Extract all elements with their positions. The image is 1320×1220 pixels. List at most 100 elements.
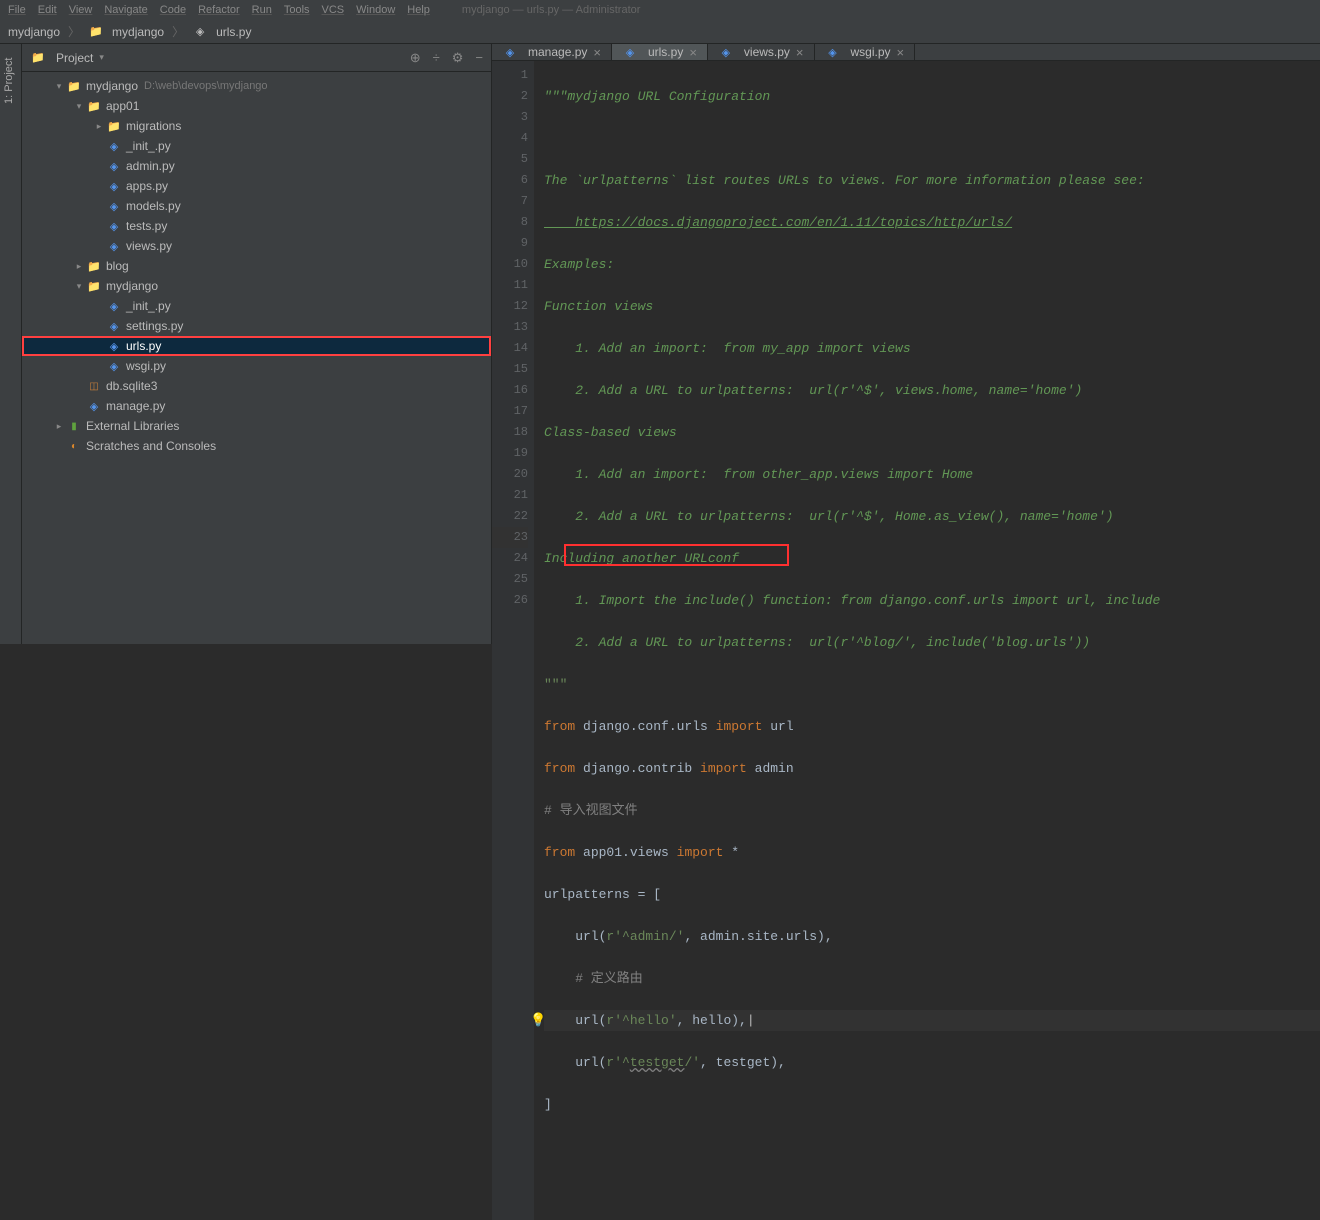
menu-tools[interactable]: Tools [284,4,310,16]
tree-item[interactable]: wsgi.py [22,356,491,376]
line-number[interactable]: 15 [492,359,528,380]
breadcrumb-file[interactable]: urls.py [216,25,251,39]
tool-window-strip[interactable]: 1: Project [0,44,22,644]
tree-item[interactable]: apps.py [22,176,491,196]
dropdown-icon[interactable]: ▾ [99,52,104,63]
tree-item-label: mydjango [86,79,138,93]
hide-icon[interactable]: − [475,50,483,66]
line-number[interactable]: 2 [492,86,528,107]
menu-edit[interactable]: Edit [38,4,57,16]
line-number[interactable]: 14 [492,338,528,359]
editor-body[interactable]: 1234567891011121314151617181920212223242… [492,61,1320,1220]
close-icon[interactable]: × [689,45,697,60]
tree-item[interactable]: ▾app01 [22,96,491,116]
tree-item-label: db.sqlite3 [106,379,157,393]
code-text: 2. Add a URL to urlpatterns: url(r'^blog… [544,635,1090,650]
menu-navigate[interactable]: Navigate [104,4,147,16]
menu-run[interactable]: Run [252,4,272,16]
code-text: , admin.site.urls), [684,929,832,944]
tree-item[interactable]: models.py [22,196,491,216]
gutter[interactable]: 1234567891011121314151617181920212223242… [492,61,534,1220]
tree-arrow-icon[interactable]: ▸ [52,421,66,432]
py-icon [106,218,122,234]
tree-item[interactable]: manage.py [22,396,491,416]
menu-vcs[interactable]: VCS [322,4,345,16]
tree-item[interactable]: ▸blog [22,256,491,276]
line-number[interactable]: 5 [492,149,528,170]
line-number[interactable]: 24 [492,548,528,569]
tree-item[interactable]: settings.py [22,316,491,336]
line-number[interactable]: 12 [492,296,528,317]
line-number[interactable]: 18 [492,422,528,443]
tree-item[interactable]: ▾mydjangoD:\web\devops\mydjango [22,76,491,96]
tree-item[interactable]: urls.py [22,336,491,356]
editor-tab[interactable]: manage.py× [492,44,612,60]
editor-tab[interactable]: urls.py× [612,44,708,60]
tree-item[interactable]: db.sqlite3 [22,376,491,396]
tree-item[interactable]: _init_.py [22,296,491,316]
code-text: """ [544,677,567,692]
line-number[interactable]: 22 [492,506,528,527]
tree-arrow-icon[interactable]: ▾ [52,81,66,92]
editor-tabs[interactable]: manage.py×urls.py×views.py×wsgi.py× [492,44,1320,61]
code-text: import [716,719,771,734]
menu-refactor[interactable]: Refactor [198,4,240,16]
line-number[interactable]: 10 [492,254,528,275]
close-icon[interactable]: × [897,45,905,60]
breadcrumb[interactable]: mydjango 〉 mydjango 〉 urls.py [0,20,1320,44]
menubar[interactable]: File Edit View Navigate Code Refactor Ru… [0,0,1320,20]
line-number[interactable]: 3 [492,107,528,128]
tree-item[interactable]: ▸External Libraries [22,416,491,436]
tree-item[interactable]: admin.py [22,156,491,176]
tree-item[interactable]: _init_.py [22,136,491,156]
menu-code[interactable]: Code [160,4,186,16]
menu-view[interactable]: View [69,4,93,16]
line-number[interactable]: 20 [492,464,528,485]
code-text: ] [544,1097,552,1112]
tree-arrow-icon[interactable]: ▾ [72,101,86,112]
project-tool-tab[interactable]: 1: Project [3,58,15,104]
close-icon[interactable]: × [593,45,601,60]
editor-tab[interactable]: views.py× [708,44,815,60]
collapse-icon[interactable]: ÷ [433,50,440,66]
menu-window[interactable]: Window [356,4,395,16]
close-icon[interactable]: × [796,45,804,60]
project-tree[interactable]: ▾mydjangoD:\web\devops\mydjango▾app01▸mi… [22,72,491,644]
line-number[interactable]: 4 [492,128,528,149]
breadcrumb-root[interactable]: mydjango [8,25,60,39]
line-number[interactable]: 16 [492,380,528,401]
line-number[interactable]: 17 [492,401,528,422]
menu-help[interactable]: Help [407,4,430,16]
line-number[interactable]: 8 [492,212,528,233]
code-text: r'^admin/' [606,929,684,944]
line-number[interactable]: 23 [492,527,528,548]
intention-bulb-icon[interactable]: 💡 [530,1010,546,1031]
line-number[interactable]: 19 [492,443,528,464]
line-number[interactable]: 26 [492,590,528,611]
menu-file[interactable]: File [8,4,26,16]
tree-item[interactable]: Scratches and Consoles [22,436,491,456]
locate-icon[interactable]: ⊕ [410,50,421,66]
line-number[interactable]: 9 [492,233,528,254]
tree-arrow-icon[interactable]: ▾ [72,281,86,292]
line-number[interactable]: 1 [492,65,528,86]
line-number[interactable]: 7 [492,191,528,212]
gear-icon[interactable]: ⚙ [452,50,464,66]
line-number[interactable]: 21 [492,485,528,506]
py-icon [106,238,122,254]
tree-arrow-icon[interactable]: ▸ [92,121,106,132]
line-number[interactable]: 25 [492,569,528,590]
code-text: django.conf.urls [583,719,716,734]
editor-tab[interactable]: wsgi.py× [815,44,916,60]
code-text: , hello), [677,1013,747,1028]
tree-item[interactable]: views.py [22,236,491,256]
tree-item[interactable]: ▸migrations [22,116,491,136]
tree-item[interactable]: ▾mydjango [22,276,491,296]
tree-item[interactable]: tests.py [22,216,491,236]
line-number[interactable]: 11 [492,275,528,296]
line-number[interactable]: 13 [492,317,528,338]
tree-arrow-icon[interactable]: ▸ [72,261,86,272]
breadcrumb-folder[interactable]: mydjango [112,25,164,39]
line-number[interactable]: 6 [492,170,528,191]
code-editor[interactable]: """mydjango URL Configuration The `urlpa… [534,61,1320,1220]
